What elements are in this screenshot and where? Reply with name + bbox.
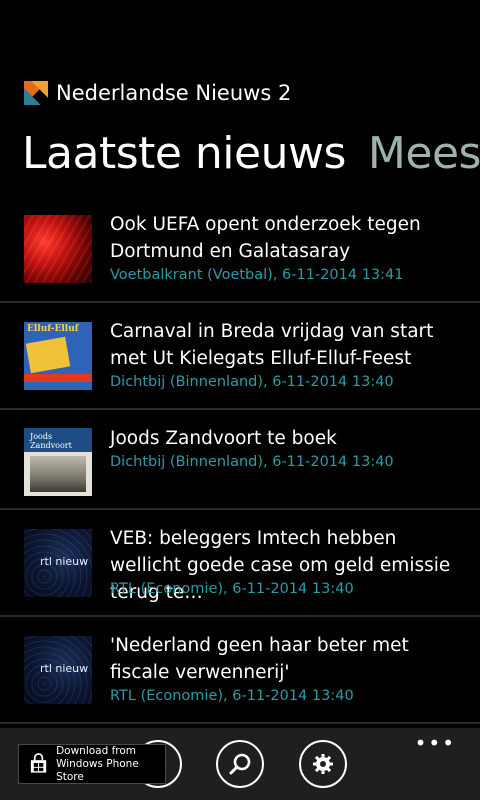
settings-icon: [313, 754, 333, 774]
news-thumbnail: Joods Zandvoort: [24, 428, 92, 496]
news-headline: Ook UEFA opent onderzoek tegen Dortmund …: [110, 214, 421, 262]
thumbnail-text: rtl nieuw: [40, 555, 89, 568]
divider: [0, 722, 480, 724]
windows-store-icon: [30, 753, 47, 773]
pivot-item-next[interactable]: Mees: [368, 128, 480, 179]
store-badge-text: Download from Windows Phone Store: [56, 745, 165, 784]
news-meta: RTL (Economie), 6-11-2014 13:40: [110, 581, 354, 597]
pivot-header: Laatste nieuws Mees: [22, 128, 480, 179]
list-item[interactable]: Elluf-Elluf Carnaval in Breda vrijdag va…: [0, 303, 480, 411]
store-badge[interactable]: Download from Windows Phone Store: [18, 744, 166, 784]
news-headline: Carnaval in Breda vrijdag van start met …: [110, 321, 434, 369]
search-button[interactable]: [216, 740, 264, 788]
thumbnail-text: Joods Zandvoort: [30, 432, 72, 450]
store-badge-line2: Windows Phone Store: [56, 757, 139, 783]
list-item[interactable]: Joods Zandvoort Joods Zandvoort te boek …: [0, 410, 480, 510]
list-item[interactable]: rtl nieuw 'Nederland geen haar beter met…: [0, 617, 480, 725]
news-headline: Joods Zandvoort te boek: [110, 428, 337, 449]
settings-button[interactable]: [299, 740, 347, 788]
list-item[interactable]: rtl nieuw VEB: beleggers Imtech hebben w…: [0, 510, 480, 618]
thumbnail-text: Elluf-Elluf: [27, 324, 79, 334]
news-meta: Dichtbij (Binnenland), 6-11-2014 13:40: [110, 374, 394, 390]
news-meta: RTL (Economie), 6-11-2014 13:40: [110, 688, 354, 704]
news-thumbnail: [24, 215, 92, 283]
pivot-item-latest-news[interactable]: Laatste nieuws: [22, 128, 346, 179]
store-badge-line1: Download from: [56, 744, 137, 757]
news-thumbnail: rtl nieuw: [24, 636, 92, 704]
news-meta: Voetbalkrant (Voetbal), 6-11-2014 13:41: [110, 267, 404, 283]
news-thumbnail: Elluf-Elluf: [24, 322, 92, 390]
search-icon: [229, 753, 251, 775]
list-item[interactable]: Ook UEFA opent onderzoek tegen Dortmund …: [0, 196, 480, 304]
more-options-button[interactable]: •••: [415, 733, 456, 753]
news-meta: Dichtbij (Binnenland), 6-11-2014 13:40: [110, 454, 394, 470]
app-title: Nederlandse Nieuws 2: [56, 81, 292, 105]
news-headline: 'Nederland geen haar beter met fiscale v…: [110, 635, 409, 683]
app-header: Nederlandse Nieuws 2: [24, 78, 291, 108]
news-thumbnail: rtl nieuw: [24, 529, 92, 597]
app-logo-icon: [24, 81, 48, 105]
thumbnail-text: rtl nieuw: [40, 662, 89, 675]
